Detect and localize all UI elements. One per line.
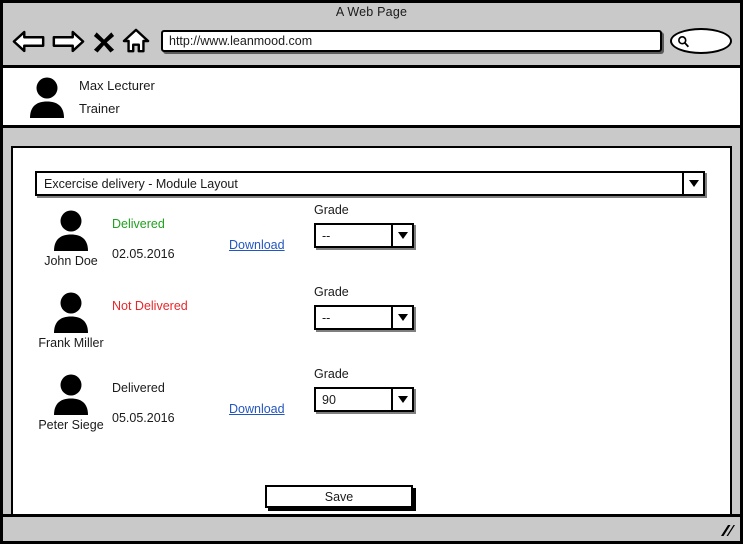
download-link[interactable]: Download — [229, 238, 285, 252]
grade-label: Grade — [314, 285, 349, 299]
browser-toolbar: http://www.leanmood.com — [3, 21, 740, 61]
student-status-cell: Delivered 02.05.2016 — [112, 217, 222, 261]
back-arrow-icon[interactable] — [11, 26, 47, 56]
status-bar — [3, 514, 740, 541]
student-name: John Doe — [44, 254, 98, 268]
grade-select-value: -- — [322, 310, 331, 325]
student-name: Peter Siege — [38, 418, 104, 432]
student-grade-cell: Grade -- — [314, 203, 424, 248]
user-avatar-icon — [54, 292, 88, 333]
status-badge: Delivered — [112, 381, 165, 395]
student-grade-cell: Grade 90 — [314, 367, 424, 412]
grade-label: Grade — [314, 203, 349, 217]
user-avatar-icon — [54, 210, 88, 251]
close-x-icon[interactable] — [91, 26, 117, 56]
browser-window: A Web Page http://www.leanmood.com Max L… — [0, 0, 743, 544]
search-box[interactable] — [670, 28, 732, 54]
download-link[interactable]: Download — [229, 402, 285, 416]
profile-name: Max Lecturer — [79, 77, 155, 93]
student-download-cell: Download — [229, 400, 285, 418]
student-avatar-cell: John Doe — [26, 209, 116, 268]
page-viewport: Max Lecturer Trainer Excercise delivery … — [3, 61, 740, 514]
student-avatar-cell: Frank Miller — [26, 291, 116, 350]
profile-role: Trainer — [79, 100, 120, 116]
grade-select-value: 90 — [322, 392, 336, 407]
status-badge: Not Delivered — [112, 299, 188, 313]
url-input[interactable]: http://www.leanmood.com — [163, 34, 312, 48]
module-select[interactable]: Excercise delivery - Module Layout — [35, 171, 705, 196]
student-status-cell: Not Delivered — [112, 299, 222, 329]
chevron-down-icon[interactable] — [391, 307, 412, 328]
caret-shape — [688, 180, 699, 187]
caret-shape — [397, 314, 408, 321]
profile-text-block: Max Lecturer Trainer — [79, 78, 155, 116]
chevron-down-icon[interactable] — [391, 389, 412, 410]
url-bar[interactable]: http://www.leanmood.com — [161, 30, 662, 52]
module-select-value: Excercise delivery - Module Layout — [44, 176, 238, 191]
home-icon[interactable] — [119, 26, 153, 56]
grade-label: Grade — [314, 367, 349, 381]
grade-select[interactable]: 90 — [314, 387, 414, 412]
chevron-down-icon[interactable] — [391, 225, 412, 246]
chevron-down-icon[interactable] — [682, 173, 703, 194]
student-status-cell: Delivered 05.05.2016 — [112, 381, 222, 425]
student-download-cell: Download — [229, 236, 285, 254]
title-bar: A Web Page — [3, 3, 740, 21]
table-row: Frank Miller Not Delivered Grade -- — [13, 285, 730, 367]
grade-select-value: -- — [322, 228, 331, 243]
student-name: Frank Miller — [38, 336, 104, 350]
user-avatar-icon — [54, 374, 88, 415]
table-row: John Doe Delivered 02.05.2016 Download G… — [13, 203, 730, 285]
search-icon — [678, 35, 690, 47]
save-button-label: Save — [324, 489, 354, 504]
save-button[interactable]: Save — [265, 485, 413, 508]
grade-select[interactable]: -- — [314, 305, 414, 330]
main-content-panel: Excercise delivery - Module Layout John … — [11, 146, 732, 514]
caret-shape — [397, 396, 408, 403]
delivery-date: 05.05.2016 — [112, 411, 175, 425]
student-list: John Doe Delivered 02.05.2016 Download G… — [13, 203, 730, 449]
status-badge: Delivered — [112, 217, 165, 231]
forward-arrow-icon[interactable] — [49, 26, 87, 56]
user-profile-bar: Max Lecturer Trainer — [3, 65, 740, 128]
page-title: A Web Page — [335, 5, 408, 19]
user-avatar-icon — [30, 77, 64, 118]
table-row: Peter Siege Delivered 05.05.2016 Downloa… — [13, 367, 730, 449]
resize-grip-icon[interactable] — [719, 524, 735, 538]
student-grade-cell: Grade -- — [314, 285, 424, 330]
delivery-date: 02.05.2016 — [112, 247, 175, 261]
grade-select[interactable]: -- — [314, 223, 414, 248]
caret-shape — [397, 232, 408, 239]
student-avatar-cell: Peter Siege — [26, 373, 116, 432]
